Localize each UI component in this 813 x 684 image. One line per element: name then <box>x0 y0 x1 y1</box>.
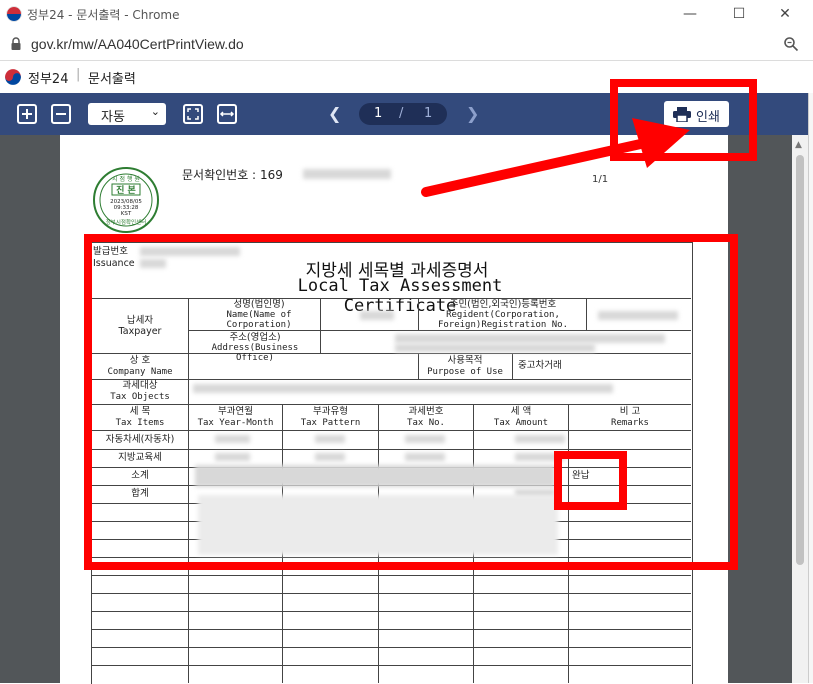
fit-width-icon[interactable] <box>216 103 238 125</box>
table-line <box>91 575 691 576</box>
redacted-doc-number <box>303 169 391 179</box>
zoom-value: 자동 <box>101 110 125 125</box>
page-number: 1/1 <box>592 174 609 185</box>
stamp-tz: KST <box>121 211 132 217</box>
prev-page-icon[interactable]: ❮ <box>328 104 341 123</box>
right-edge-panel <box>808 93 813 683</box>
chevron-down-icon: ⌄ <box>150 105 160 118</box>
close-button[interactable]: ✕ <box>772 4 798 24</box>
window-title: 정부24 - 문서출력 - Chrome <box>27 8 180 22</box>
annotation-print-box <box>610 79 757 161</box>
table-line <box>91 593 691 594</box>
stamp-center: 진 본 <box>116 184 136 196</box>
magnifier-icon[interactable] <box>783 36 799 52</box>
page-current[interactable]: 1 <box>374 106 382 121</box>
authenticity-stamp: 시 점 행 원 진 본 2023/08/05 09:33:28 KST 정부시점… <box>93 167 159 233</box>
lock-icon <box>11 37 21 50</box>
zoom-in-icon[interactable] <box>16 103 38 125</box>
table-line <box>91 665 691 666</box>
minimize-button[interactable]: — <box>677 4 703 24</box>
next-page-icon[interactable]: ❯ <box>466 104 479 123</box>
browser-title-bar: 정부24 - 문서출력 - Chrome — ☐ ✕ <box>0 0 813 28</box>
stamp-bottom-text: 정부시점확인센터 <box>106 218 146 226</box>
doc-check-number: 문서확인번호 : 169 <box>182 168 283 182</box>
table-line <box>91 629 691 630</box>
scrollbar-thumb[interactable] <box>796 155 804 565</box>
table-line <box>91 611 691 612</box>
address-bar[interactable]: gov.kr/mw/AA040CertPrintView.do <box>0 28 813 61</box>
stamp-top-text: 시 점 행 원 <box>112 175 140 183</box>
annotation-document-box <box>84 234 738 570</box>
page-separator: / <box>399 106 404 121</box>
zoom-select[interactable]: 자동 ⌄ <box>88 103 166 125</box>
gov24-logo-icon <box>6 6 22 22</box>
url-text[interactable]: gov.kr/mw/AA040CertPrintView.do <box>31 36 244 52</box>
fit-page-icon[interactable] <box>182 103 204 125</box>
page-total: 1 <box>424 106 433 121</box>
page-indicator[interactable]: 1 / 1 <box>359 103 447 125</box>
annotation-paid-box <box>554 451 627 510</box>
page-title: 문서출력 <box>88 72 136 87</box>
gov24-logo-icon <box>4 68 22 86</box>
scroll-up-icon[interactable]: ▲ <box>795 140 802 150</box>
zoom-out-icon[interactable] <box>50 103 72 125</box>
site-name: 정부24 <box>28 72 69 87</box>
table-line <box>91 647 691 648</box>
maximize-button[interactable]: ☐ <box>726 4 752 24</box>
site-separator: | <box>76 67 81 82</box>
